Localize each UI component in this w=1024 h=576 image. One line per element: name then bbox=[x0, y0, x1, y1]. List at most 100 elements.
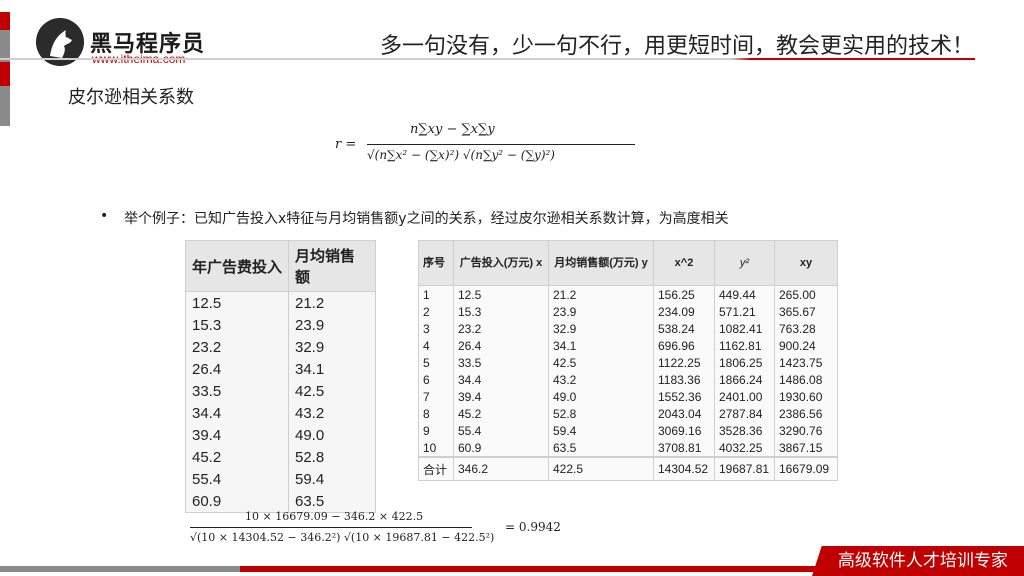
formula-numerator: n∑xy − ∑x∑y bbox=[410, 122, 495, 137]
table-cell: 696.96 bbox=[653, 337, 715, 354]
table-row: 10 60.9 63.5 3708.81 4032.25 3867.15 bbox=[418, 439, 838, 457]
table-cell: 34.1 bbox=[288, 358, 376, 380]
table-cell: 1552.36 bbox=[653, 388, 715, 405]
table-cell: 3290.76 bbox=[774, 422, 838, 439]
table-cell: 7 bbox=[418, 388, 454, 405]
table-cell: 3867.15 bbox=[774, 439, 838, 457]
calc-numerator: 10 × 16679.09 − 346.2 × 422.5 bbox=[245, 510, 424, 523]
table-cell: 45.2 bbox=[453, 405, 549, 422]
table-cell: 42.5 bbox=[548, 354, 654, 371]
table-cell: 8 bbox=[418, 405, 454, 422]
table-header-y: 月均销售额(万元) y bbox=[548, 240, 654, 286]
table-cell: 234.09 bbox=[653, 303, 715, 320]
table-row: 15.3 23.9 bbox=[185, 314, 376, 336]
table-cell: 1162.81 bbox=[714, 337, 775, 354]
footer-gray-line bbox=[0, 566, 240, 572]
table-cell: 3069.16 bbox=[653, 422, 715, 439]
table-cell: 5 bbox=[418, 354, 454, 371]
table-row: 2 15.3 23.9 234.09 571.21 365.67 bbox=[418, 303, 838, 320]
table-cell: 23.2 bbox=[185, 336, 289, 358]
table-row: 33.5 42.5 bbox=[185, 380, 376, 402]
table-cell: 34.4 bbox=[453, 371, 549, 388]
footer-tagline: 高级软件人才培训专家 bbox=[837, 551, 1008, 571]
table-cell: 4032.25 bbox=[714, 439, 775, 457]
accent-bar-red bbox=[0, 12, 10, 30]
table-cell: 33.5 bbox=[453, 354, 549, 371]
table-row: 55.4 59.4 bbox=[185, 468, 376, 490]
table-row: 23.2 32.9 bbox=[185, 336, 376, 358]
table-cell: 1423.75 bbox=[774, 354, 838, 371]
table-cell: 14304.52 bbox=[653, 456, 715, 481]
table-header-y-squared: y² bbox=[714, 240, 775, 286]
table-header-xy: xy bbox=[774, 240, 838, 286]
table-cell: 33.5 bbox=[185, 380, 289, 402]
table-header-ad-spend: 年广告费投入 bbox=[185, 240, 289, 292]
table-cell: 1930.60 bbox=[774, 388, 838, 405]
table-cell: 1866.24 bbox=[714, 371, 775, 388]
raw-data-table: 年广告费投入 月均销售额 12.5 21.2 15.3 23.9 23.2 32.9 … bbox=[185, 240, 376, 513]
table-cell: 52.8 bbox=[548, 405, 654, 422]
table-cell: 365.67 bbox=[774, 303, 838, 320]
table-cell: 15.3 bbox=[453, 303, 549, 320]
table-cell: 63.5 bbox=[548, 439, 654, 457]
table-cell: 34.4 bbox=[185, 402, 289, 424]
table-cell: 2 bbox=[418, 303, 454, 320]
table-row: 1 12.5 21.2 156.25 449.44 265.00 bbox=[418, 285, 838, 303]
table-cell: 1082.41 bbox=[714, 320, 775, 337]
accent-bar-gray-lower bbox=[0, 86, 10, 126]
table-cell: 16679.09 bbox=[774, 456, 838, 481]
table-cell: 3708.81 bbox=[653, 439, 715, 457]
table-cell: 449.44 bbox=[714, 285, 775, 303]
table-row: 8 45.2 52.8 2043.04 2787.84 2386.56 bbox=[418, 405, 838, 422]
table-cell: 1806.25 bbox=[714, 354, 775, 371]
table-cell: 21.2 bbox=[288, 291, 376, 314]
table-cell: 12.5 bbox=[453, 285, 549, 303]
formula-fraction-line bbox=[367, 144, 635, 145]
pearson-formula: r = n∑xy − ∑x∑y √(n∑x² − (∑x)²) √(n∑y² −… bbox=[335, 122, 635, 178]
table-cell: 42.5 bbox=[288, 380, 376, 402]
table-header-row: 年广告费投入 月均销售额 bbox=[185, 240, 376, 292]
table-cell: 2787.84 bbox=[714, 405, 775, 422]
table-cell: 59.4 bbox=[548, 422, 654, 439]
formula-denominator: √(n∑x² − (∑x)²) √(n∑y² − (∑y)²) bbox=[367, 148, 555, 162]
table-cell: 26.4 bbox=[453, 337, 549, 354]
table-cell: 346.2 bbox=[453, 456, 549, 481]
table-cell: 1183.36 bbox=[653, 371, 715, 388]
table-cell: 571.21 bbox=[714, 303, 775, 320]
header-divider bbox=[0, 58, 975, 60]
table-cell: 1122.25 bbox=[653, 354, 715, 371]
table-cell: 59.4 bbox=[288, 468, 376, 490]
table-cell: 39.4 bbox=[185, 424, 289, 446]
table-cell: 1 bbox=[418, 285, 454, 303]
table-cell: 21.2 bbox=[548, 285, 654, 303]
calc-fraction-line bbox=[190, 527, 472, 528]
table-row: 45.2 52.8 bbox=[185, 446, 376, 468]
table-cell: 19687.81 bbox=[714, 456, 775, 481]
table-cell: 156.25 bbox=[653, 285, 715, 303]
table-cell: 23.2 bbox=[453, 320, 549, 337]
bullet-marker: • bbox=[100, 208, 109, 224]
table-cell: 422.5 bbox=[548, 456, 654, 481]
table-row: 6 34.4 43.2 1183.36 1866.24 1486.08 bbox=[418, 371, 838, 388]
table-header-row: 序号 广告投入(万元) x 月均销售额(万元) y x^2 y² xy bbox=[418, 240, 838, 286]
table-row: 39.4 49.0 bbox=[185, 424, 376, 446]
table-cell: 49.0 bbox=[548, 388, 654, 405]
table-cell: 9 bbox=[418, 422, 454, 439]
table-cell: 12.5 bbox=[185, 291, 289, 314]
table-cell: 10 bbox=[418, 439, 454, 457]
calc-denominator: √(10 × 14304.52 − 346.2²) √(10 × 19687.8… bbox=[190, 531, 495, 544]
table-cell: 2386.56 bbox=[774, 405, 838, 422]
table-cell: 6 bbox=[418, 371, 454, 388]
table-cell: 23.9 bbox=[548, 303, 654, 320]
table-row: 5 33.5 42.5 1122.25 1806.25 1423.75 bbox=[418, 354, 838, 371]
table-cell: 4 bbox=[418, 337, 454, 354]
table-cell: 26.4 bbox=[185, 358, 289, 380]
table-cell: 1486.08 bbox=[774, 371, 838, 388]
table-cell: 3528.36 bbox=[714, 422, 775, 439]
table-cell: 265.00 bbox=[774, 285, 838, 303]
table-cell: 32.9 bbox=[548, 320, 654, 337]
table-row: 7 39.4 49.0 1552.36 2401.00 1930.60 bbox=[418, 388, 838, 405]
table-row: 12.5 21.2 bbox=[185, 291, 376, 314]
table-cell: 43.2 bbox=[288, 402, 376, 424]
footer-tagline-box: 高级软件人才培训专家 bbox=[812, 546, 1024, 576]
